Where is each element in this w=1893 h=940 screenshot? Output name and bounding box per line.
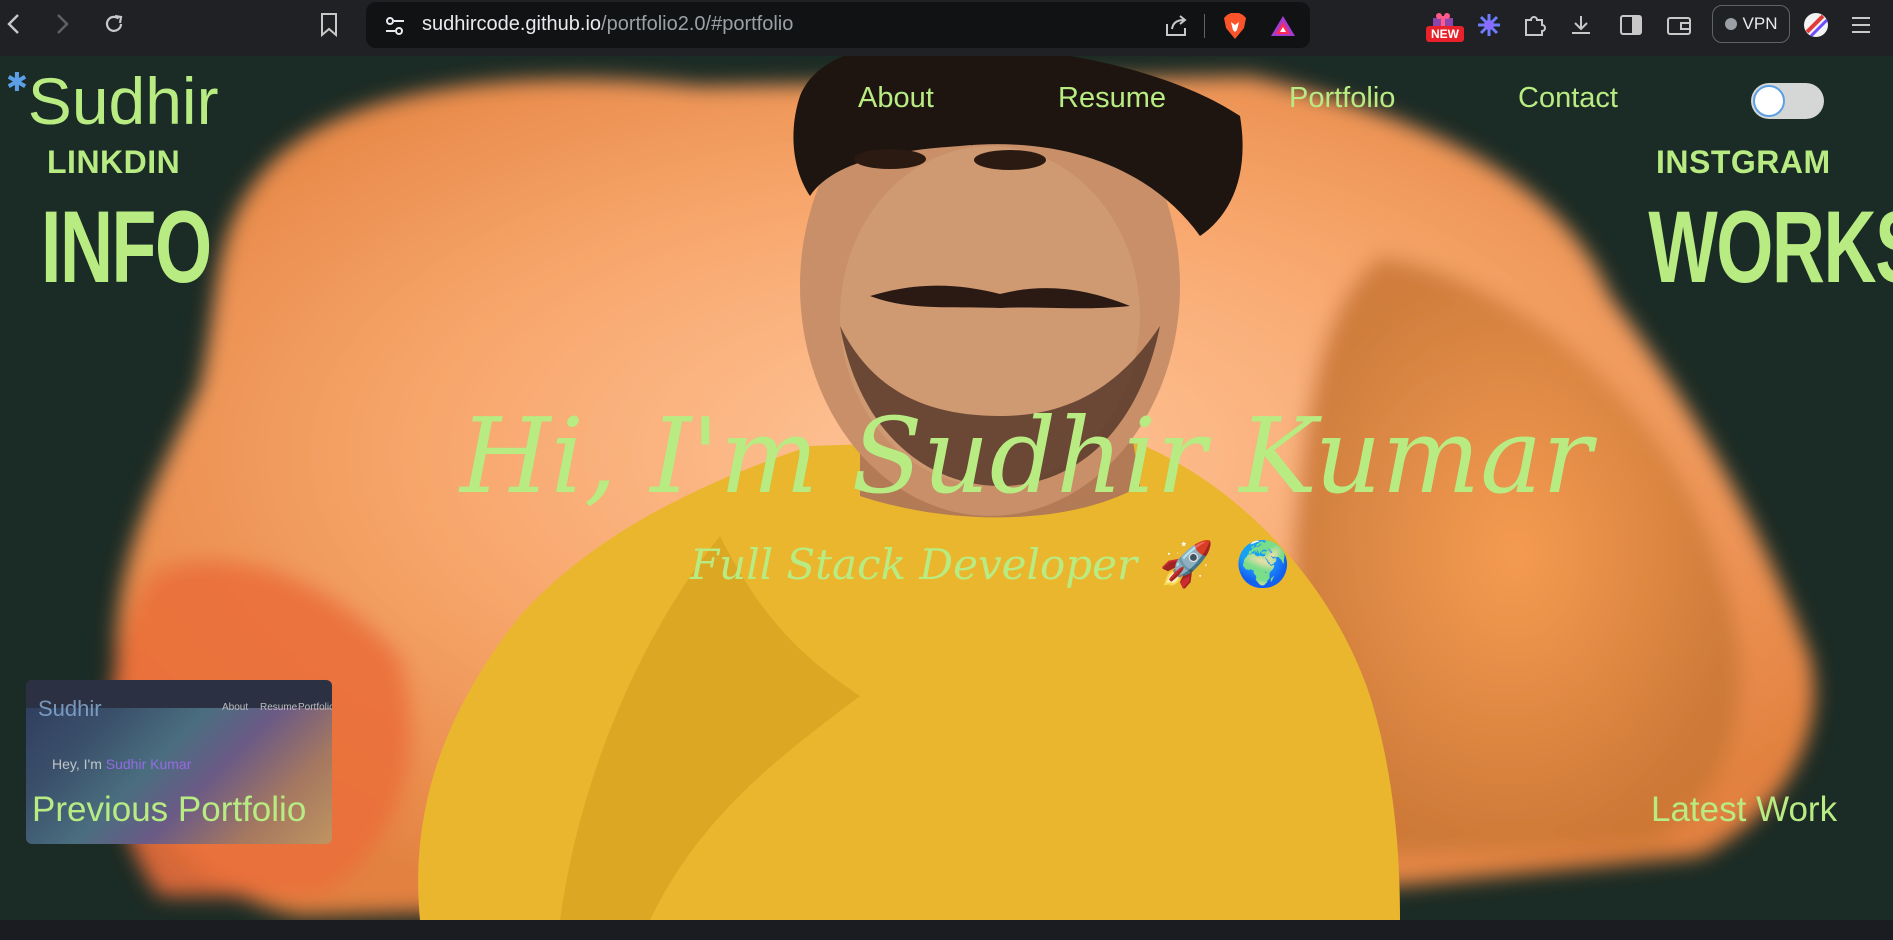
profile-icon[interactable] [1803, 12, 1829, 38]
theme-toggle[interactable] [1751, 83, 1824, 119]
wallet-icon[interactable] [1666, 12, 1692, 38]
new-badge: NEW [1426, 26, 1464, 42]
browser-toolbar: sudhircode.github.io/portfolio2.0/#portf… [0, 0, 1893, 56]
preview-nav-item: Portfolio [298, 702, 332, 713]
nav-about[interactable]: About [858, 82, 934, 115]
works-heading[interactable]: WORKS [1648, 196, 1893, 298]
sidebar-icon[interactable] [1618, 12, 1644, 38]
toggle-knob [1753, 85, 1785, 117]
reload-icon[interactable] [100, 10, 128, 38]
brave-shields-icon[interactable] [1222, 12, 1248, 44]
url-host: sudhircode.github.io [422, 13, 602, 35]
rocket-icon: 🚀 [1159, 539, 1214, 590]
site-settings-icon[interactable] [384, 16, 406, 40]
hero-title: Hi, I'm Sudhir Kumar [460, 395, 1592, 517]
web-page: ✱ Sudhir About Resume Portfolio Contact … [0, 56, 1893, 920]
site-logo[interactable]: ✱ Sudhir [6, 64, 219, 138]
preview-nav-item: Resume [260, 702, 298, 713]
menu-icon[interactable] [1848, 12, 1874, 38]
url-path: /portfolio2.0/#portfolio [601, 13, 794, 35]
vpn-button[interactable]: VPN [1712, 5, 1790, 43]
forward-icon[interactable] [48, 10, 76, 38]
vpn-label: VPN [1742, 14, 1778, 33]
vpn-status-icon [1724, 18, 1737, 30]
hero-subtitle-row: Full Stack Developer 🚀 🌍 [690, 538, 1291, 590]
divider [1204, 14, 1205, 38]
nav-portfolio[interactable]: Portfolio [1289, 82, 1395, 115]
share-icon[interactable] [1164, 14, 1190, 42]
nav-resume[interactable]: Resume [1058, 82, 1166, 115]
preview-nav-item: About [222, 702, 249, 713]
preview-logo: Sudhir [38, 696, 102, 721]
bookmark-icon[interactable] [318, 12, 340, 42]
hero-subtitle: Full Stack Developer [690, 539, 1138, 589]
preview-hero-text: Hey, I'm Sudhir Kumar [52, 756, 191, 772]
linkedin-link[interactable]: LINKDIN [47, 144, 180, 181]
leo-icon[interactable] [1476, 12, 1502, 38]
address-bar[interactable]: sudhircode.github.io/portfolio2.0/#portf… [366, 2, 1310, 48]
globe-icon: 🌍 [1235, 539, 1291, 590]
preview-hero-prefix: Hey, I'm [52, 756, 102, 772]
back-icon[interactable] [0, 10, 28, 38]
extensions-icon[interactable] [1522, 12, 1548, 38]
previous-portfolio-link[interactable]: Previous Portfolio [32, 790, 306, 830]
info-heading[interactable]: INFO [41, 196, 212, 298]
nav-contact[interactable]: Contact [1518, 82, 1618, 115]
asterisk-icon: ✱ [6, 68, 28, 98]
latest-work-link[interactable]: Latest Work [1651, 790, 1837, 830]
brave-rewards-icon[interactable] [1270, 14, 1296, 42]
status-bar [0, 920, 1893, 940]
logo-text: Sudhir [27, 64, 219, 138]
instagram-link[interactable]: INSTGRAM [1656, 144, 1831, 181]
url-text[interactable]: sudhircode.github.io/portfolio2.0/#portf… [422, 13, 793, 36]
download-icon[interactable] [1568, 12, 1594, 38]
preview-hero-name: Sudhir Kumar [105, 756, 192, 772]
